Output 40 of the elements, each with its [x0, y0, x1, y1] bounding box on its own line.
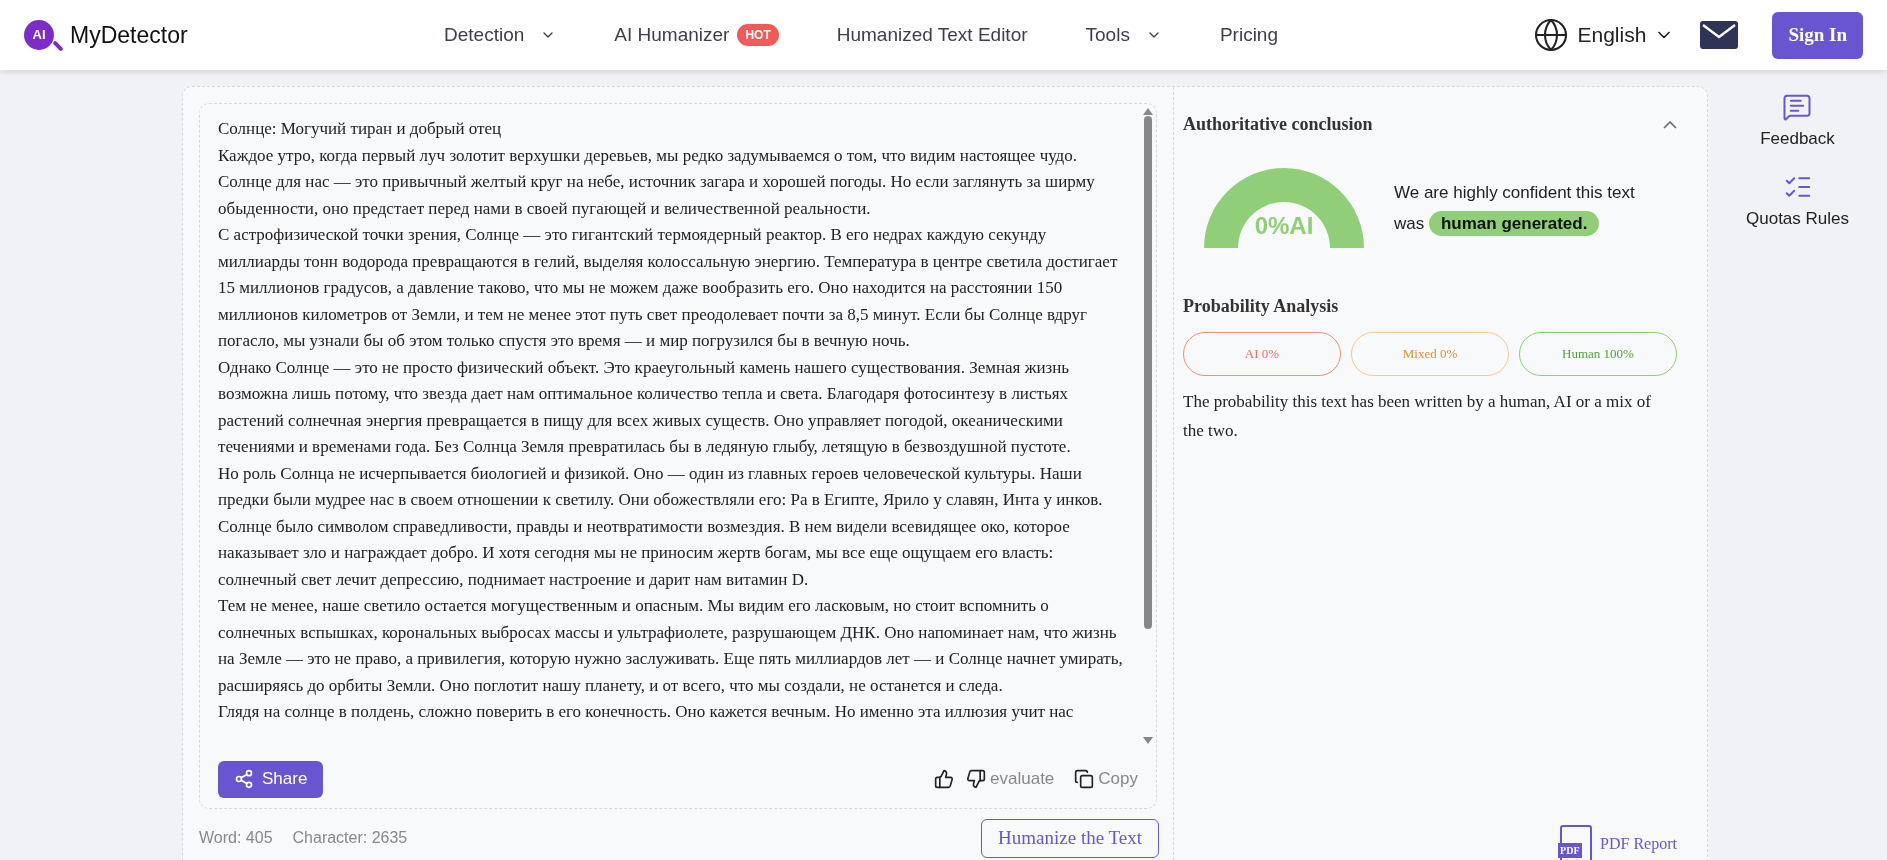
sidebar-link[interactable]: Feedback: [1760, 92, 1835, 152]
hot-badge: HOT: [737, 24, 779, 46]
collapse-toggle[interactable]: [1663, 120, 1677, 129]
verdict-text: We are highly confident this text was human generated.: [1394, 177, 1664, 239]
text-paragraph: Однако Солнце — это не просто физический объект. Это краеугольный камень нашего существования. Земная жизнь возможна лишь потому, что звезда дает нам оптимальное количество тепла и света. Благодаря фотосинтезу в листьях растений солнечная энергия превращается в пищу для всех живых существ. Оно управляет погодой, океаническими течениями и временами года. Без Солнца Земля превратилась бы в ледяную глыбу, летящую в безвоздушной пустоте.: [218, 356, 1072, 458]
copy-button[interactable]: Copy: [1074, 766, 1138, 792]
text-paragraph: Тем не менее, наше светило остается могущественным и опасным. Мы видим его ласковым, но стоит вспомнить о солнечных вспышках, корональных выбросах массы и ультрафиолете, разрушающем ДНК. Оно напоминает нам, что жизнь на Земле — это не право, а привилегия, которую нужно заслуживать. Еще пять миллиардов лет — и Солнце начнет умирать, расширяясь до орбиты Земли. Оно поглотит нашу планету, и от всего, что мы создали, не останется и следа.: [218, 595, 1124, 697]
text-paragraph: С астрофизической точки зрения, Солнце — это гигантский термоядерный реактор. В его недрах каждую секунду миллиарды тонн водорода превращаются в гелий, выделяя колоссальную энергию. Температура в центре светила достигает 15 миллионов градусов, а давление таково, что мы не можем даже вообразить его. Оно находится на расстоянии 150 миллионов километров от Земли, и тем не менее этот путь свет преодолевает почти за 8,5 минут. Если бы Солнце вдруг погасло, мы узнали бы об этом только спустя это время — и мир погрузился бы в вечную ночь.: [218, 224, 1119, 352]
share-button[interactable]: Share: [218, 760, 324, 798]
sign-in-button[interactable]: Sign In: [1772, 11, 1863, 59]
gauge-label: 0%AI: [1253, 211, 1315, 241]
nav-link[interactable]: Detection: [444, 20, 557, 50]
character-count: Character: 2635: [292, 828, 408, 848]
mail-icon[interactable]: [1700, 21, 1739, 49]
nav-link[interactable]: AI Humanizer HOT: [614, 20, 779, 50]
nav-link[interactable]: Humanized Text Editor: [836, 20, 1028, 50]
chevron-up-icon: [1663, 120, 1677, 129]
chat-icon: [1782, 92, 1813, 122]
humanize-button[interactable]: Humanize the Text: [981, 818, 1159, 858]
pdf-file-icon: PDF: [1560, 825, 1593, 860]
section-title: Authoritative conclusion: [1183, 113, 1373, 136]
nav-link[interactable]: Pricing: [1219, 20, 1278, 50]
logo-text[interactable]: MyDetector: [70, 17, 188, 53]
copy-icon: [1074, 769, 1095, 789]
text-paragraph: Но роль Солнца не исчерпывается биологией и физикой. Оно — один из главных героев человеческой культуры. Наши предки были мудрее нас в своем отношении к светилу. Они обожествляли его: Ра в Египте, Ярило у славян, Инта у инков. Солнце было символом справедливости, правды и неотвратимости возмездия. В нем видели всевидящее око, которое наказывает зло и награждает добро. И хотя сегодня мы не приносим жертв богам, мы все еще ощущаем его власть: солнечный свет лечит депрессию, поднимает настроение и дарит нам витамин D.: [218, 462, 1104, 591]
thumbs-up-icon[interactable]: [934, 769, 955, 789]
text-paragraph: Каждое утро, когда первый луч золотит верхушки деревьев, мы редко задумываемся о том, что видим настоящее чудо. Солнце для нас — это привычный желтый круг на небе, источник загара и хорошей погоды. Но если заглянуть за ширму обыденности, оно предстает перед нами в своей пугающей и величественной реальности.: [218, 144, 1096, 220]
share-icon: [234, 769, 254, 789]
text-paragraph: Глядя на солнце в полдень, сложно поверить в его конечность. Оно кажется вечным. Но именно эта иллюзия учит нас: [218, 701, 1075, 723]
word-count: Word: 405: [199, 828, 273, 848]
text-paragraph: Солнце: Могучий тиран и добрый отец: [218, 118, 503, 140]
section-title: Probability Analysis: [1183, 295, 1340, 318]
language-selector[interactable]: English: [1533, 17, 1675, 53]
nav-link[interactable]: Tools: [1085, 20, 1162, 50]
thumbs-down-icon: [966, 769, 987, 789]
description-text: The probability this text has been written by a human, AI or a mix of the two.: [1183, 391, 1652, 442]
sidebar-link[interactable]: Quotas Rules: [1746, 171, 1849, 231]
text-editor[interactable]: [199, 103, 1157, 809]
pdf-report-button[interactable]: PDF PDF Report: [1560, 825, 1677, 860]
globe-icon: [1533, 17, 1570, 53]
